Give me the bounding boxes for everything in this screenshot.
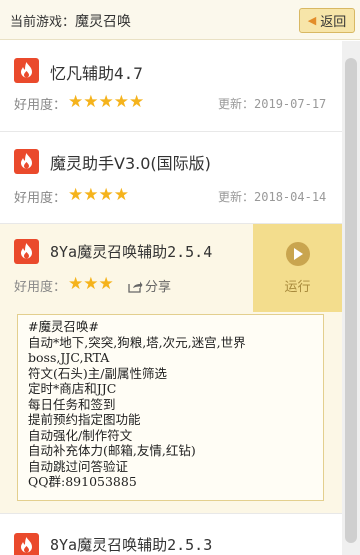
description-line: QQ群:891053885 (28, 474, 137, 489)
current-game-name: 魔灵召唤 (75, 14, 132, 30)
rating-label: 好用度： (14, 280, 67, 295)
description-box: #魔灵召唤# 自动*地下,突突,狗粮,塔,次元,迷宫,世界 boss,JJC,R… (17, 314, 324, 501)
update-label: 更新： (218, 97, 255, 111)
back-arrow-icon: ◀ (307, 14, 317, 27)
rating-label: 好用度： (14, 98, 67, 113)
description-line: 每日任务和签到 (28, 396, 116, 412)
star-icon: ★★★★ (68, 185, 129, 205)
description-line: 提前预约指定图功能 (28, 412, 141, 427)
item-title: 8Ya魔灵召唤辅助2.5.4 (50, 243, 213, 261)
description-line: #魔灵召唤# (28, 319, 99, 334)
current-game: 当前游戏：魔灵召唤 (10, 11, 131, 31)
fire-icon (14, 239, 39, 264)
star-icon: ★★★ (68, 274, 114, 294)
list-item[interactable]: 8Ya魔灵召唤辅助2.5.3 (0, 514, 342, 555)
share-button[interactable]: 分享 (128, 276, 171, 295)
item-title: 魔灵助手V3.0(国际版) (50, 154, 211, 173)
scrollbar-thumb[interactable] (345, 58, 357, 543)
current-game-label: 当前游戏： (10, 15, 76, 30)
back-button-label: 返回 (320, 15, 347, 30)
run-button[interactable]: 运行 (253, 224, 342, 312)
star-icon: ★★★★★ (68, 92, 145, 112)
update-date: 2019-07-17 (254, 97, 327, 111)
share-label: 分享 (145, 280, 172, 295)
play-icon (285, 241, 310, 266)
fire-icon (14, 58, 39, 83)
description-line: 自动强化/制作符文 (28, 427, 133, 443)
fire-icon (14, 533, 39, 555)
fire-icon (14, 149, 39, 174)
update-date: 2018-04-14 (254, 190, 327, 204)
description-line: 自动补充体力(邮箱,友情,红钻) (28, 443, 196, 458)
description-line: boss,JJC,RTA (28, 350, 110, 365)
run-label: 运行 (284, 279, 311, 295)
update-label: 更新： (218, 190, 255, 204)
item-title: 8Ya魔灵召唤辅助2.5.3 (50, 536, 213, 554)
description-line: 自动跳过问答验证 (28, 458, 129, 474)
share-icon (128, 281, 143, 293)
scrollbar[interactable] (342, 41, 360, 555)
list-item[interactable]: 魔灵助手V3.0(国际版) 好用度： ★★★★ 更新：2018-04-14 (0, 132, 342, 224)
list-item[interactable]: 忆凡辅助4.7 好用度： ★★★★★ 更新：2019-07-17 (0, 41, 342, 132)
top-bar: 当前游戏：魔灵召唤 ◀ 返回 (0, 0, 360, 40)
description-line: 符文(石头)主/副属性筛选 (28, 365, 167, 381)
description-line: 自动*地下,突突,狗粮,塔,次元,迷宫,世界 (28, 334, 246, 350)
list-item-expanded[interactable]: 8Ya魔灵召唤辅助2.5.4 好用度： ★★★ 分享 运行 #魔灵召唤# 自动*… (0, 224, 342, 514)
rating-label: 好用度： (14, 191, 67, 206)
back-button[interactable]: ◀ 返回 (299, 8, 355, 33)
item-title: 忆凡辅助4.7 (50, 64, 143, 83)
description-line: 定时*商店和JJC (28, 381, 117, 396)
